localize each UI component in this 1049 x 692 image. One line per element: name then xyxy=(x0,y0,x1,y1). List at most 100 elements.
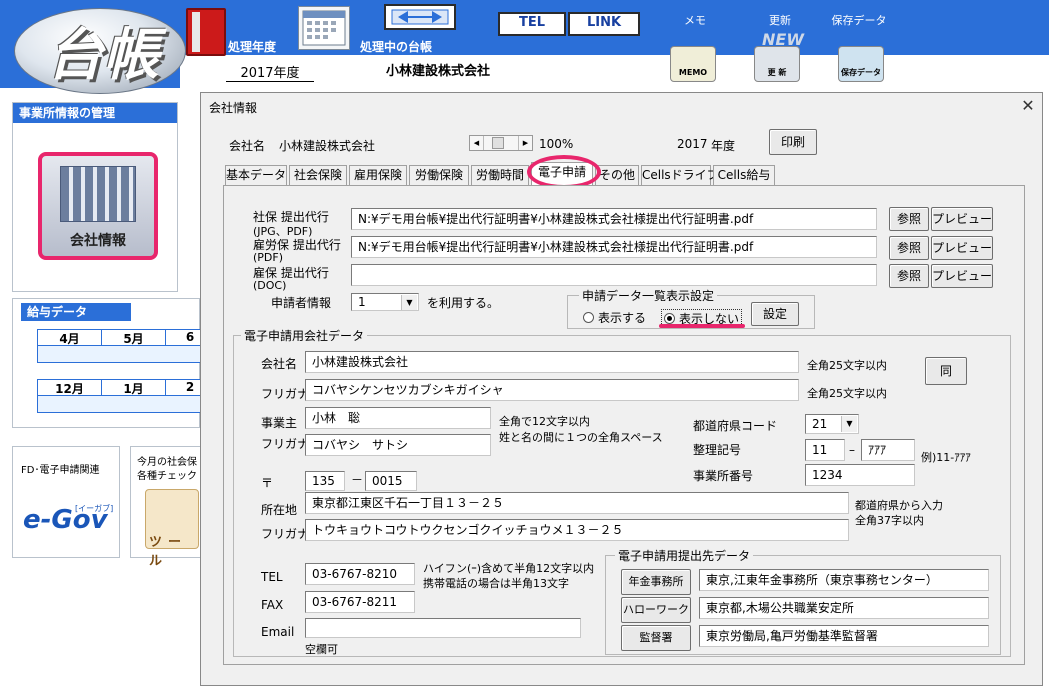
zip-dash: － xyxy=(351,473,364,487)
scroll-left-icon[interactable]: ◀ xyxy=(470,136,484,150)
chevron-down-icon[interactable]: ▼ xyxy=(401,295,417,310)
same-button[interactable]: 同 xyxy=(925,357,967,385)
address-label: 所在地 xyxy=(261,503,298,517)
preview-button-3[interactable]: プレビュー xyxy=(931,264,993,288)
email-input[interactable] xyxy=(305,618,581,638)
highlight-underline xyxy=(659,324,745,328)
preview-button-1[interactable]: プレビュー xyxy=(931,207,993,231)
update-label: 更新 xyxy=(769,14,791,27)
pension-office-button[interactable]: 年金事務所 xyxy=(621,569,691,595)
owner-note-1: 全角で12文字以内 xyxy=(499,415,590,428)
company-data-legend: 電子申請用会社データ xyxy=(241,327,368,344)
filing-path-input-2[interactable]: N:¥デモ用台帳¥提出代行証明書¥小林建設株式会社様提出代行証明書.pdf xyxy=(351,236,877,258)
office-management-header: 事業所情報の管理 xyxy=(13,103,177,123)
fiscal-year-unit: 年度 xyxy=(711,139,736,153)
salary-data-panel: 給与データ 4月 5月 6 12月 1月 2 xyxy=(12,298,214,428)
ref-button-1[interactable]: 参照 xyxy=(889,207,929,231)
tel-button[interactable]: TEL xyxy=(498,12,566,36)
radio-show-option[interactable]: 表示する xyxy=(583,309,646,326)
preview-button-2[interactable]: プレビュー xyxy=(931,236,993,260)
ref-button-2[interactable]: 参照 xyxy=(889,236,929,260)
tel-label: TEL xyxy=(261,570,283,584)
memo-icon[interactable]: MEMO xyxy=(670,46,716,82)
hello-work-button[interactable]: ハローワーク xyxy=(621,597,691,623)
fiscal-year-value: 2017 xyxy=(677,137,708,151)
ref-no-label: 整理記号 xyxy=(693,443,742,457)
update-icon[interactable]: 更 新 xyxy=(754,46,800,82)
month-cell[interactable]: 1月 xyxy=(102,380,166,396)
kana-note: 全角25文字以内 xyxy=(807,387,887,400)
company-info-button[interactable]: 会社情報 xyxy=(38,152,158,260)
name-note: 全角25文字以内 xyxy=(807,359,887,372)
print-button[interactable]: 印刷 xyxy=(769,129,817,155)
submit-destination-legend: 電子申請用提出先データ xyxy=(615,547,754,564)
ref-no-input-1[interactable]: 11 xyxy=(805,439,845,461)
address-note-2: 全角37字以内 xyxy=(855,514,924,527)
zip-input-1[interactable]: 135 xyxy=(305,471,345,491)
month-cell[interactable]: 5月 xyxy=(102,330,166,346)
tab-employment-insurance[interactable]: 雇用保険 xyxy=(349,165,407,185)
owner-kana-input[interactable]: コバヤシ サトシ xyxy=(305,434,491,456)
pension-office-value[interactable]: 東京,江東年金事務所（東京事務センター） xyxy=(699,569,989,591)
chevron-down-icon[interactable]: ▼ xyxy=(841,416,857,432)
month-cell[interactable]: 12月 xyxy=(38,380,102,396)
pref-code-select[interactable]: 21 ▼ xyxy=(805,414,859,434)
applicant-select[interactable]: 1 ▼ xyxy=(351,293,419,311)
radio-hide-icon[interactable] xyxy=(664,313,675,324)
tab-labor-insurance[interactable]: 労働保険 xyxy=(409,165,469,185)
owner-input[interactable]: 小林 聡 xyxy=(305,407,491,429)
app-logo-text: 台帳 xyxy=(47,22,159,88)
tab-cells-drive[interactable]: Cellsドライブ xyxy=(641,165,719,185)
company-name-input[interactable]: 小林建設株式会社 xyxy=(305,351,799,373)
owner-note-2: 姓と名の間に１つの全角スペース xyxy=(499,431,663,444)
company-kana-input[interactable]: コバヤシケンセツカブシキガイシャ xyxy=(305,379,799,401)
salary-month-row-1: 4月 5月 6 xyxy=(37,329,214,363)
egov-tag: [イーガブ] xyxy=(75,504,114,513)
radio-show-icon[interactable] xyxy=(583,312,594,323)
close-icon[interactable]: ✕ xyxy=(1017,95,1039,117)
hello-work-value[interactable]: 東京都,木場公共職業安定所 xyxy=(699,597,989,619)
pref-code-label: 都道府県コード xyxy=(693,419,778,433)
settings-button[interactable]: 設定 xyxy=(751,302,799,326)
address-input[interactable]: 東京都江東区千石一丁目１３－２５ xyxy=(305,492,849,514)
email-label: Email xyxy=(261,625,295,639)
ref-button-3[interactable]: 参照 xyxy=(889,264,929,288)
zip-input-2[interactable]: 0015 xyxy=(365,471,417,491)
tab-working-hours[interactable]: 労働時間 xyxy=(471,165,529,185)
fax-input[interactable]: 03-6767-8211 xyxy=(305,591,415,613)
tab-social-insurance[interactable]: 社会保険 xyxy=(289,165,347,185)
tel-note-2: 携帯電話の場合は半角13文字 xyxy=(423,577,569,590)
tab-basic-data[interactable]: 基本データ xyxy=(225,165,287,185)
pref-code-value: 21 xyxy=(812,417,828,431)
e-filing-panel[interactable]: FD･電子申請関連 e-Gov [イーガブ] xyxy=(12,446,120,558)
link-button[interactable]: LINK xyxy=(568,12,640,36)
tel-input[interactable]: 03-6767-8210 xyxy=(305,563,415,585)
labor-office-button[interactable]: 監督署 xyxy=(621,625,691,651)
applicant-label: 申請者情報 xyxy=(271,296,332,310)
company-name-value: 小林建設株式会社 xyxy=(279,139,376,153)
email-note: 空欄可 xyxy=(305,643,338,656)
scroll-right-icon[interactable]: ▶ xyxy=(518,136,532,150)
monthly-check-label-2: 各種チェック xyxy=(137,471,197,482)
tab-cells-salary[interactable]: Cells給与 xyxy=(713,165,775,185)
month-cell[interactable]: 4月 xyxy=(38,330,102,346)
owner-kana-label: フリガナ xyxy=(261,437,310,451)
monthly-check-panel[interactable]: 今月の社会保 各種チェック ツール xyxy=(130,446,202,569)
filing-path-input-1[interactable]: N:¥デモ用台帳¥提出代行証明書¥小林建設株式会社様提出代行証明書.pdf xyxy=(351,208,877,230)
ledger-book-icon[interactable] xyxy=(186,8,226,56)
filing-path-input-3[interactable] xyxy=(351,264,877,286)
labor-office-value[interactable]: 東京労働局,亀戸労働基準監督署 xyxy=(699,625,989,647)
ref-no-input-2[interactable]: ｱｱｱ xyxy=(861,439,915,461)
zoom-scrollbar[interactable]: ◀ ▶ xyxy=(469,135,533,151)
salary-month-row-2: 12月 1月 2 xyxy=(37,379,214,413)
office-no-input[interactable]: 1234 xyxy=(805,464,915,486)
building-icon xyxy=(60,166,136,222)
scroll-thumb[interactable] xyxy=(492,137,504,149)
saved-data-icon[interactable]: 保存データ xyxy=(838,46,884,82)
year-value: 2017年度 xyxy=(226,62,314,82)
calendar-icon[interactable] xyxy=(298,6,350,50)
switch-ledger-button[interactable] xyxy=(384,4,456,30)
tab-other[interactable]: その他 xyxy=(595,165,639,185)
address-kana-label: フリガナ xyxy=(261,527,310,541)
address-kana-input[interactable]: トウキョウトコウトウクセンゴクイッチョウメ１３－２５ xyxy=(305,519,849,541)
